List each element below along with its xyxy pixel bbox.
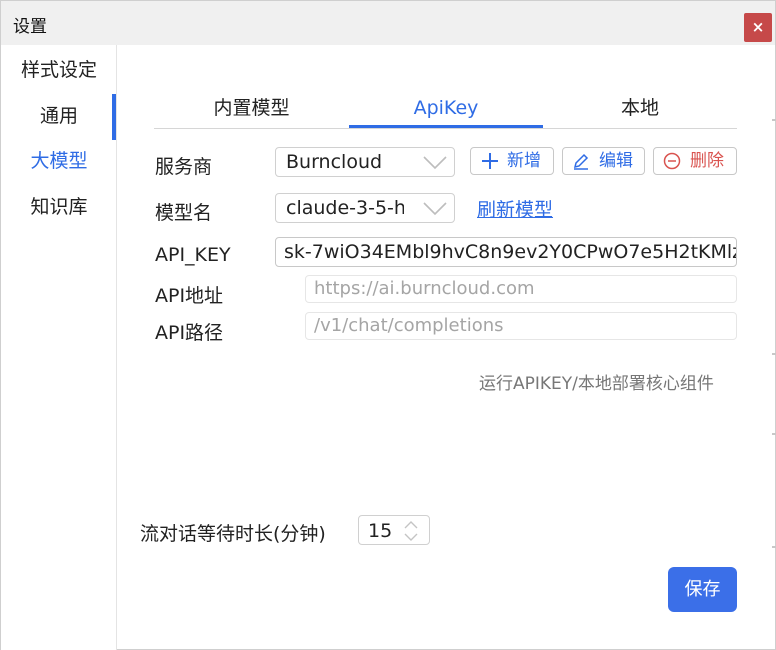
sidebar: 样式设定 通用 大模型 知识库 xyxy=(1,45,117,650)
tab-bar: 内置模型 ApiKey 本地 xyxy=(154,91,737,129)
settings-window: 设置 × 样式设定 通用 大模型 知识库 内置模型 ApiKey 本地 服务商 … xyxy=(0,0,776,650)
plus-icon xyxy=(482,153,498,169)
up-down-arrows-icon[interactable] xyxy=(401,519,421,543)
model-select[interactable]: claude-3-5-haiku xyxy=(275,193,455,223)
provider-select[interactable]: Burncloud xyxy=(275,147,455,177)
title-bar: 设置 × xyxy=(1,1,775,45)
core-component-hint: 运行APIKEY/本地部署核心组件 xyxy=(479,374,714,394)
sidebar-item-general[interactable]: 通用 xyxy=(1,94,117,138)
add-button[interactable]: 新增 xyxy=(470,147,554,175)
sidebar-item-knowledge[interactable]: 知识库 xyxy=(1,185,117,229)
tab-active-underline xyxy=(349,125,543,128)
api-path-placeholder: /v1/chat/completions xyxy=(314,315,504,336)
sidebar-active-indicator xyxy=(112,94,116,140)
tab-builtin[interactable]: 内置模型 xyxy=(154,91,349,128)
add-button-label: 新增 xyxy=(507,151,541,171)
api-url-label: API地址 xyxy=(155,285,224,307)
model-label: 模型名 xyxy=(155,202,213,224)
window-edge-divider xyxy=(772,119,776,121)
sidebar-item-style[interactable]: 样式设定 xyxy=(1,48,117,92)
tab-apikey[interactable]: ApiKey xyxy=(349,91,543,128)
chevron-down-icon xyxy=(423,156,447,170)
stream-wait-label: 流对话等待时长(分钟) xyxy=(140,523,326,545)
api-url-placeholder: https://ai.burncloud.com xyxy=(314,278,535,299)
provider-label: 服务商 xyxy=(155,156,213,178)
refresh-models-link[interactable]: 刷新模型 xyxy=(477,195,553,222)
edit-button-label: 编辑 xyxy=(599,151,633,171)
api-path-input[interactable]: /v1/chat/completions xyxy=(305,312,737,340)
pencil-icon xyxy=(573,153,589,170)
model-value: claude-3-5-haiku xyxy=(286,197,404,219)
api-url-input[interactable]: https://ai.burncloud.com xyxy=(305,275,737,303)
stream-wait-value: 15 xyxy=(368,520,393,542)
provider-value: Burncloud xyxy=(286,151,383,173)
stream-wait-stepper[interactable]: 15 xyxy=(358,515,430,545)
delete-button-label: 删除 xyxy=(690,151,724,171)
tab-local[interactable]: 本地 xyxy=(543,91,737,128)
window-title: 设置 xyxy=(13,17,47,37)
api-key-value: sk-7wiO34EMbl9hvC8n9ev2Y0CPwO7e5H2tKMlz xyxy=(284,241,737,263)
minus-circle-icon xyxy=(663,152,681,170)
window-edge-divider xyxy=(772,433,776,435)
save-button[interactable]: 保存 xyxy=(668,567,737,612)
delete-button[interactable]: 删除 xyxy=(653,147,737,175)
window-edge-divider xyxy=(772,546,776,548)
api-key-input[interactable]: sk-7wiO34EMbl9hvC8n9ev2Y0CPwO7e5H2tKMlz xyxy=(275,237,737,267)
window-edge-divider xyxy=(772,353,776,355)
close-button[interactable]: × xyxy=(744,13,772,42)
api-path-label: API路径 xyxy=(155,322,224,344)
edit-button[interactable]: 编辑 xyxy=(562,147,645,175)
sidebar-item-llm[interactable]: 大模型 xyxy=(1,139,117,183)
api-key-label: API_KEY xyxy=(155,244,231,266)
chevron-down-icon xyxy=(423,202,447,216)
